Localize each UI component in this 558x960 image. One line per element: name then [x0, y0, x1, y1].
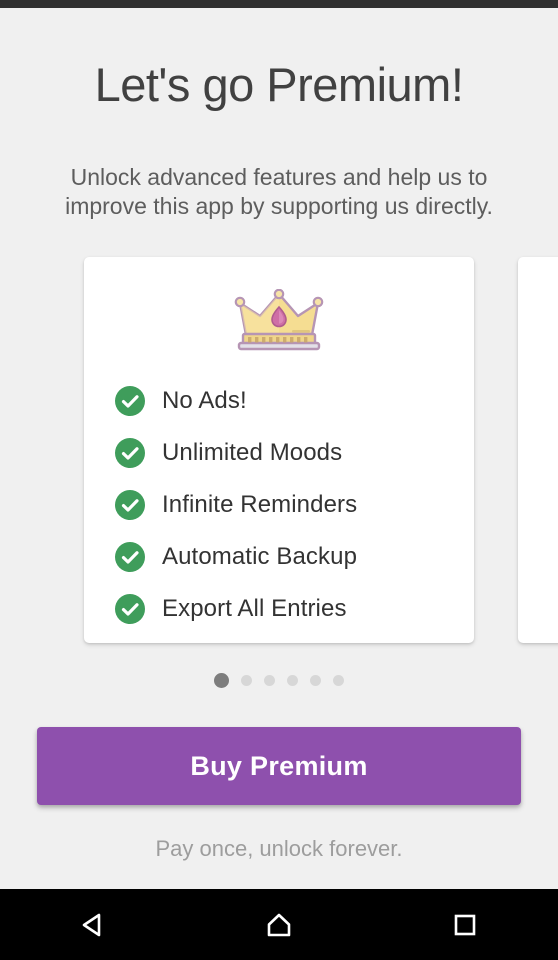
feature-label: Export All Entries: [162, 595, 347, 622]
carousel-dot-6[interactable]: [333, 675, 344, 686]
carousel-dot-3[interactable]: [264, 675, 275, 686]
status-bar: [0, 0, 558, 8]
premium-feature-card[interactable]: No Ads! Unlimited Moods Infinite Reminde…: [84, 257, 474, 643]
android-navigation-bar: [0, 889, 558, 960]
feature-label: No Ads!: [162, 387, 247, 414]
buy-premium-button[interactable]: Buy Premium: [37, 727, 521, 805]
check-circle-icon: [115, 386, 145, 416]
feature-label: Infinite Reminders: [162, 491, 358, 518]
premium-screen: Let's go Premium! Unlock advanced featur…: [0, 8, 558, 889]
check-circle-icon: [115, 594, 145, 624]
feature-label: Unlimited Moods: [162, 439, 343, 466]
carousel-dot-5[interactable]: [310, 675, 321, 686]
carousel-dot-4[interactable]: [287, 675, 298, 686]
nav-recents-button[interactable]: [372, 889, 558, 960]
check-circle-icon: [115, 490, 145, 520]
pay-once-note: Pay once, unlock forever.: [155, 836, 403, 861]
feature-item: Export All Entries: [114, 583, 454, 635]
carousel-pagination[interactable]: [0, 673, 558, 688]
check-circle-icon: [115, 438, 145, 468]
feature-item: Infinite Reminders: [114, 479, 454, 531]
recents-square-icon: [454, 914, 476, 935]
page-title: Let's go Premium!: [94, 58, 464, 111]
feature-label: Automatic Backup: [162, 543, 358, 570]
home-icon: [267, 913, 291, 936]
feature-item: No Ads!: [114, 375, 454, 427]
nav-home-button[interactable]: [186, 889, 372, 960]
feature-item: Automatic Backup: [114, 531, 454, 583]
feature-list: No Ads! Unlimited Moods Infinite Reminde…: [114, 375, 454, 635]
carousel-dot-1[interactable]: [214, 673, 229, 688]
feature-carousel[interactable]: No Ads! Unlimited Moods Infinite Reminde…: [0, 249, 558, 649]
feature-item: Unlimited Moods: [114, 427, 454, 479]
back-triangle-icon: [82, 913, 101, 936]
next-feature-card[interactable]: [518, 257, 558, 643]
crown-icon: [84, 289, 474, 351]
nav-back-button[interactable]: [0, 889, 186, 960]
page-subtitle: Unlock advanced features and help us to …: [65, 164, 493, 220]
carousel-dot-2[interactable]: [241, 675, 252, 686]
check-circle-icon: [115, 542, 145, 572]
